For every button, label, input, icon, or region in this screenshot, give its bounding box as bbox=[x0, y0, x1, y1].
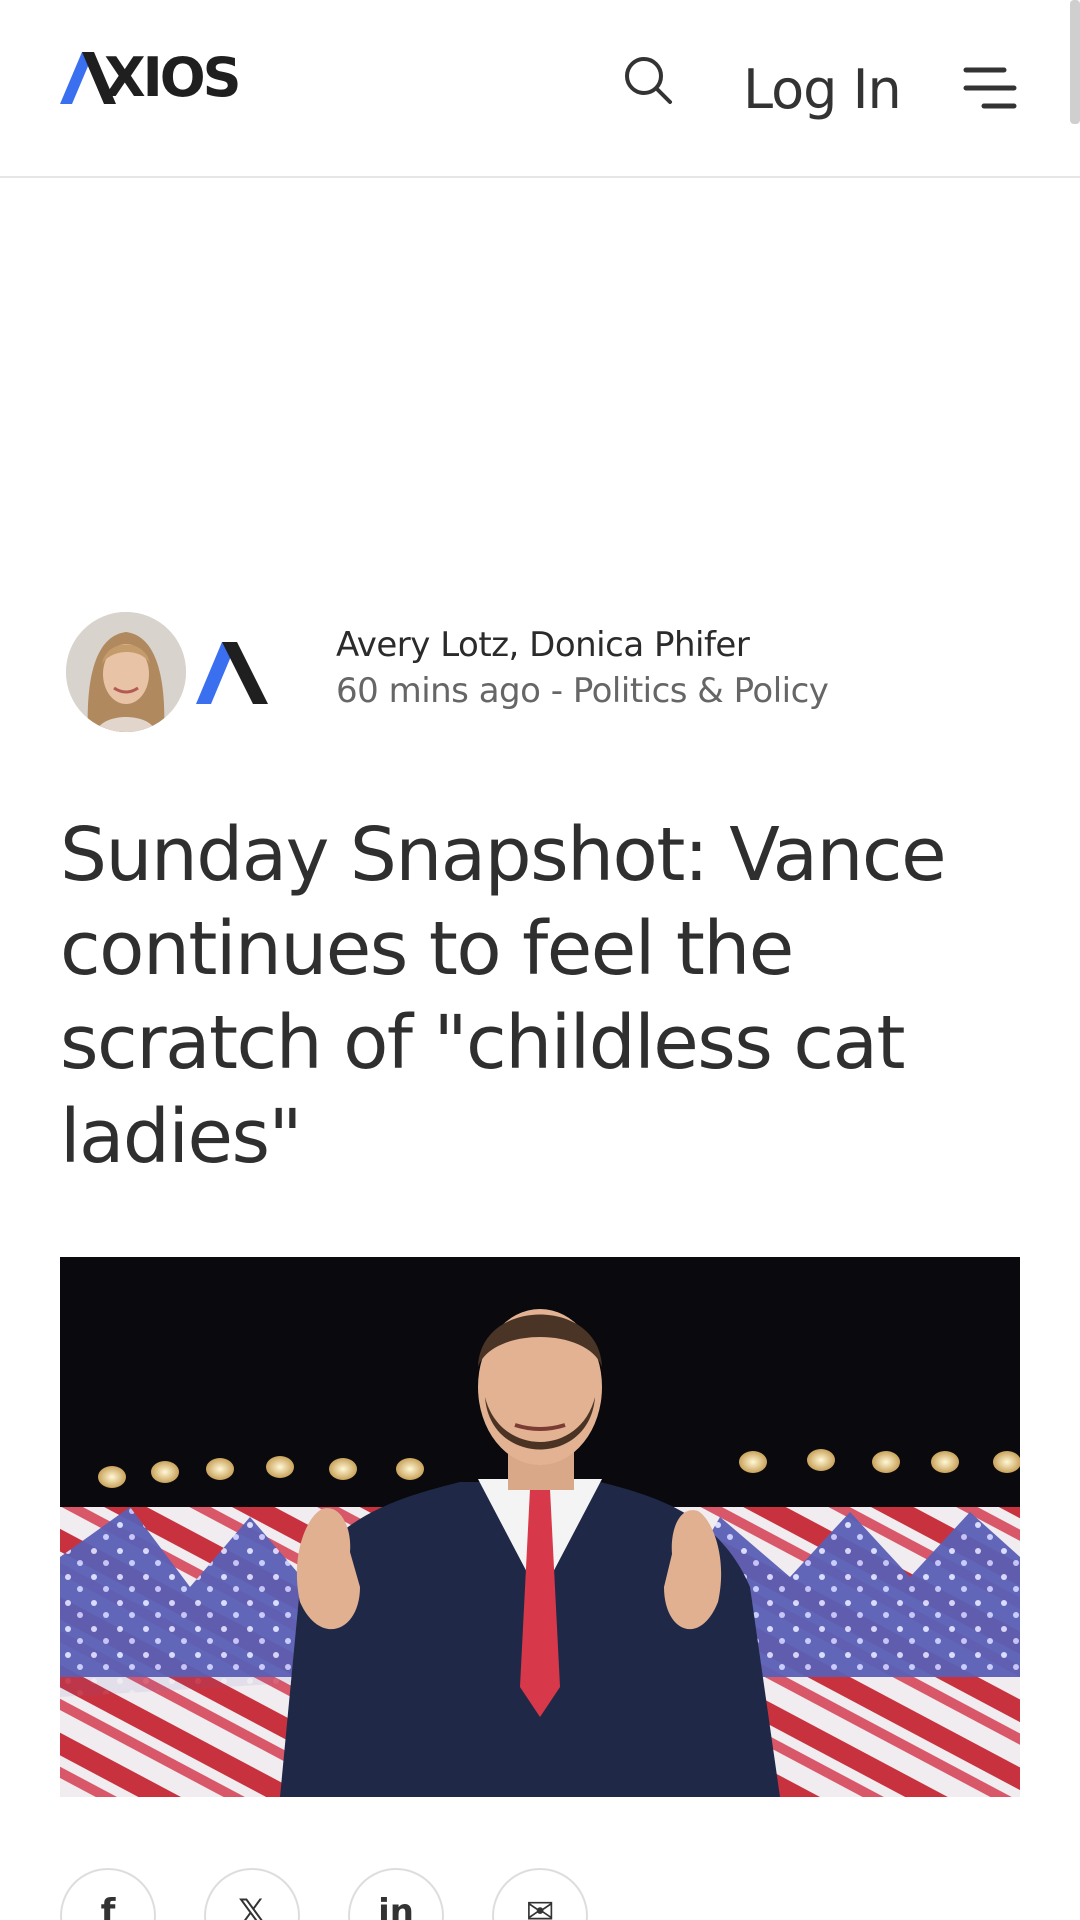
login-link[interactable]: Log In bbox=[743, 58, 902, 122]
share-x-button[interactable]: 𝕏 bbox=[204, 1868, 300, 1920]
scrollbar-thumb[interactable] bbox=[1070, 0, 1080, 124]
linkedin-icon: in bbox=[378, 1892, 414, 1920]
share-facebook-button[interactable]: f bbox=[60, 1868, 156, 1920]
byline-meta: 60 mins ago - Politics & Policy bbox=[336, 668, 829, 714]
share-email-button[interactable]: ✉ bbox=[492, 1868, 588, 1920]
facebook-icon: f bbox=[100, 1892, 116, 1920]
author-photo bbox=[66, 612, 186, 732]
email-icon: ✉ bbox=[525, 1892, 555, 1920]
hero-image bbox=[60, 1257, 1020, 1797]
axios-author-mark[interactable] bbox=[196, 642, 270, 704]
share-linkedin-button[interactable]: in bbox=[348, 1868, 444, 1920]
byline-separator: - bbox=[540, 671, 573, 711]
section-link[interactable]: Politics & Policy bbox=[573, 671, 829, 711]
axios-logo-text: XIOS bbox=[104, 46, 242, 109]
byline-text: Avery Lotz, Donica Phifer 60 mins ago - … bbox=[336, 622, 829, 714]
publish-time: 60 mins ago bbox=[336, 671, 541, 711]
x-icon: 𝕏 bbox=[238, 1892, 266, 1920]
author-avatar[interactable] bbox=[66, 612, 186, 732]
hero-photo bbox=[60, 1257, 1020, 1797]
axios-logo[interactable]: XIOS bbox=[60, 48, 254, 108]
hamburger-menu-icon bbox=[963, 67, 1017, 109]
article-headline: Sunday Snapshot: Vance continues to feel… bbox=[60, 812, 947, 1180]
search-button[interactable] bbox=[620, 52, 676, 108]
site-header: XIOS Log In bbox=[0, 0, 1080, 178]
author-names[interactable]: Avery Lotz, Donica Phifer bbox=[336, 622, 828, 668]
axios-a-icon bbox=[196, 642, 268, 704]
article-byline: Avery Lotz, Donica Phifer 60 mins ago - … bbox=[66, 612, 1026, 732]
menu-button[interactable] bbox=[962, 66, 1018, 114]
search-icon bbox=[625, 57, 672, 104]
